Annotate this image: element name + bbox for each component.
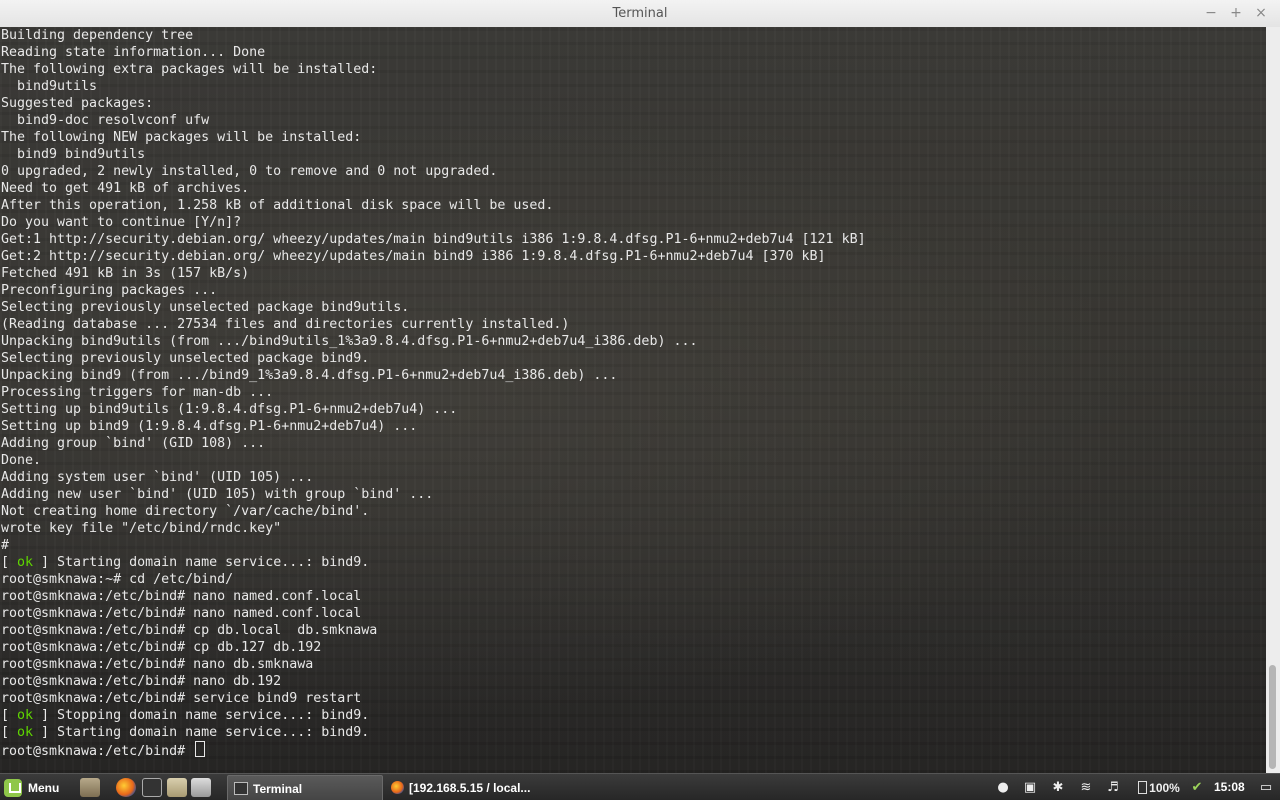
ok-status: ok: [17, 708, 34, 723]
terminal-line: Adding group `bind' (GID 108) ...: [1, 436, 266, 451]
terminal-line: Get:2 http://security.debian.org/ wheezy…: [1, 249, 826, 264]
terminal-line: Not creating home directory `/var/cache/…: [1, 504, 370, 519]
terminal-line: After this operation, 1.258 kB of additi…: [1, 198, 554, 213]
terminal-line: [ ok ] Starting domain name service...: …: [1, 725, 370, 740]
terminal-line: 0 upgraded, 2 newly installed, 0 to remo…: [1, 164, 498, 179]
terminal-line: #: [1, 538, 10, 553]
terminal-line: Reading state information... Done: [1, 45, 266, 60]
terminal-line: root@smknawa:/etc/bind# nano db.192: [1, 674, 282, 689]
task-browser[interactable]: [192.168.5.15 / local...: [385, 775, 567, 800]
file-cabinet-icon[interactable]: [80, 778, 100, 797]
terminal-line: bind9utils: [1, 79, 98, 94]
user-icon[interactable]: ●: [995, 774, 1011, 800]
battery-percent: 100%: [1149, 780, 1180, 795]
terminal-line: Done.: [1, 453, 42, 468]
terminal-line: Setting up bind9 (1:9.8.4.dfsg.P1-6+nmu2…: [1, 419, 418, 434]
terminal-line: Unpacking bind9 (from .../bind9_1%3a9.8.…: [1, 368, 618, 383]
terminal-line: root@smknawa:/etc/bind# service bind9 re…: [1, 691, 362, 706]
terminal-line: [ ok ] Starting domain name service...: …: [1, 555, 370, 570]
task-terminal[interactable]: Terminal: [227, 775, 383, 800]
terminal-line: (Reading database ... 27534 files and di…: [1, 317, 570, 332]
terminal-scrollbar[interactable]: [1266, 27, 1280, 773]
folder-icon[interactable]: [167, 778, 187, 797]
terminal-line: root@smknawa:/etc/bind# nano named.conf.…: [1, 589, 362, 604]
firefox-icon[interactable]: [116, 778, 136, 797]
terminal-line: root@smknawa:~# cd /etc/bind/: [1, 572, 234, 587]
close-button[interactable]: ×: [1252, 4, 1270, 22]
ok-status: ok: [17, 555, 34, 570]
terminal-icon: [234, 782, 248, 795]
mint-logo-icon: [4, 778, 22, 797]
terminal-line: Building dependency tree: [1, 28, 194, 43]
terminal-line: The following extra packages will be ins…: [1, 62, 378, 77]
terminal-output: Building dependency tree Reading state in…: [1, 27, 866, 759]
taskbar: Menu Terminal [192.168.5.15 / local... ●…: [0, 773, 1280, 800]
terminal-line: Selecting previously unselected package …: [1, 300, 410, 315]
terminal-line: root@smknawa:/etc/bind# cp db.127 db.192: [1, 640, 322, 655]
firefox-icon: [391, 781, 404, 794]
terminal-line: wrote key file "/etc/bind/rndc.key": [1, 521, 282, 536]
terminal-line: Processing triggers for man-db ...: [1, 385, 274, 400]
terminal-line: Fetched 491 kB in 3s (157 kB/s): [1, 266, 250, 281]
minimize-button[interactable]: −: [1202, 4, 1220, 22]
terminal-line: Preconfiguring packages ...: [1, 283, 218, 298]
menu-button[interactable]: Menu: [4, 777, 59, 798]
terminal-line: root@smknawa:/etc/bind# cp db.local db.s…: [1, 623, 378, 638]
terminal-view[interactable]: Building dependency tree Reading state in…: [0, 27, 1266, 773]
clock[interactable]: 15:08: [1214, 780, 1245, 794]
maximize-button[interactable]: +: [1227, 4, 1245, 22]
terminal-line: Do you want to continue [Y/n]?: [1, 215, 242, 230]
printer-icon[interactable]: [191, 778, 211, 797]
window-title: Terminal: [612, 6, 668, 21]
show-desktop-icon[interactable]: ▭: [1256, 774, 1276, 800]
terminal-line: Setting up bind9utils (1:9.8.4.dfsg.P1-6…: [1, 402, 458, 417]
scrollbar-thumb[interactable]: [1269, 665, 1276, 769]
terminal-line: Selecting previously unselected package …: [1, 351, 370, 366]
terminal-line: Suggested packages:: [1, 96, 154, 111]
volume-icon[interactable]: ♬: [1104, 774, 1122, 800]
terminal-line: [ ok ] Stopping domain name service...: …: [1, 708, 370, 723]
task-label: Terminal: [253, 781, 303, 796]
battery-indicator[interactable]: 100%: [1134, 774, 1184, 800]
window-titlebar[interactable]: Terminal − + ×: [0, 0, 1280, 28]
menu-label: Menu: [28, 780, 60, 795]
terminal-line: bind9-doc resolvconf ufw: [1, 113, 210, 128]
terminal-icon[interactable]: [142, 778, 162, 797]
terminal-line: Unpacking bind9utils (from .../bind9util…: [1, 334, 698, 349]
terminal-line: Need to get 491 kB of archives.: [1, 181, 250, 196]
terminal-cursor: [195, 741, 206, 757]
screenshot-icon[interactable]: ▣: [1022, 774, 1038, 800]
terminal-line: bind9 bind9utils: [1, 147, 146, 162]
task-label: [192.168.5.15 / local...: [409, 780, 531, 795]
terminal-line: root@smknawa:/etc/bind# nano named.conf.…: [1, 606, 362, 621]
ok-status: ok: [17, 725, 34, 740]
terminal-line: Adding new user `bind' (UID 105) with gr…: [1, 487, 434, 502]
terminal-line: Adding system user `bind' (UID 105) ...: [1, 470, 314, 485]
update-shield-icon[interactable]: ✔: [1188, 774, 1206, 800]
battery-icon: [1138, 781, 1148, 794]
terminal-line: Get:1 http://security.debian.org/ wheezy…: [1, 232, 866, 247]
bluetooth-icon[interactable]: ✱: [1050, 774, 1066, 800]
network-wifi-icon[interactable]: ≋: [1077, 774, 1095, 800]
terminal-line: root@smknawa:/etc/bind# nano db.smknawa: [1, 657, 314, 672]
terminal-line: root@smknawa:/etc/bind#: [1, 741, 866, 759]
terminal-line: The following NEW packages will be insta…: [1, 130, 362, 145]
